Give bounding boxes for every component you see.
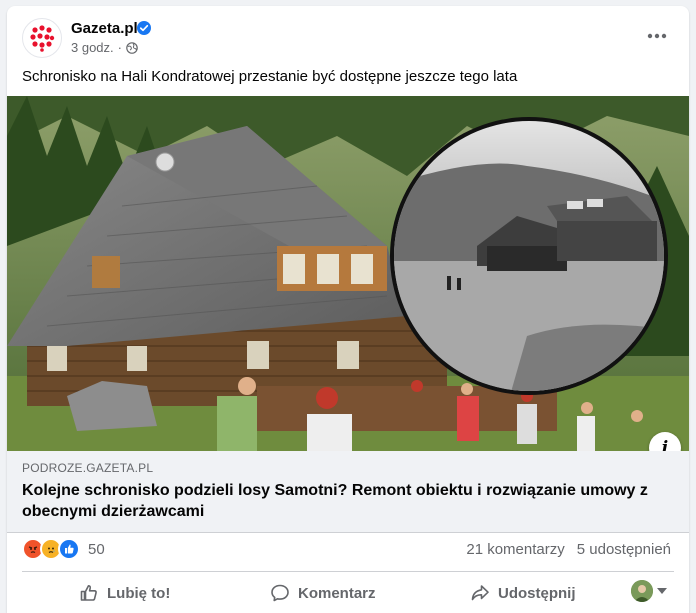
more-options-button[interactable] (639, 24, 675, 48)
link-domain: PODROZE.GAZETA.PL (22, 461, 154, 475)
actor-selector[interactable] (631, 580, 667, 602)
shares-count[interactable]: 5 udostępnień (577, 541, 671, 558)
share-label: Udostępnij (498, 584, 576, 602)
like-label: Lubię to! (107, 584, 171, 602)
reaction-count: 50 (88, 540, 105, 558)
comment-button[interactable]: Komentarz (270, 578, 376, 608)
share-button[interactable]: Udostępnij (470, 578, 576, 608)
post-meta: 3 godz. · (71, 40, 138, 55)
share-icon (471, 585, 489, 601)
comment-icon (271, 584, 289, 602)
link-image[interactable] (7, 96, 689, 451)
chevron-down-icon (657, 588, 667, 594)
more-options-icon (647, 33, 667, 39)
post-time[interactable]: 3 godz. (71, 40, 114, 55)
gazeta-logo-icon (30, 25, 55, 52)
thumbs-up-icon (80, 585, 97, 601)
engagement-stats: 21 komentarzy 5 udostępnień (466, 541, 671, 558)
user-avatar (631, 580, 653, 602)
page-avatar[interactable] (22, 18, 62, 58)
post-text: Schronisko na Hali Kondratowej przestani… (22, 68, 518, 85)
mountain-hut-photo (7, 96, 689, 451)
comments-count[interactable]: 21 komentarzy (466, 541, 564, 558)
like-reaction-icon (58, 538, 80, 560)
globe-icon (126, 41, 138, 54)
verified-badge-icon (137, 21, 151, 35)
comment-label: Komentarz (298, 584, 376, 602)
link-title[interactable]: Kolejne schronisko podzieli losy Samotni… (22, 480, 662, 522)
actions-divider (22, 571, 674, 572)
meta-separator: · (117, 40, 122, 55)
like-button[interactable]: Lubię to! (79, 578, 170, 608)
post-card: Gazeta.pl 3 godz. · Schronisko na Hali K… (7, 6, 689, 613)
page-name[interactable]: Gazeta.pl (71, 20, 138, 37)
reactions-summary[interactable]: 50 (22, 538, 105, 560)
